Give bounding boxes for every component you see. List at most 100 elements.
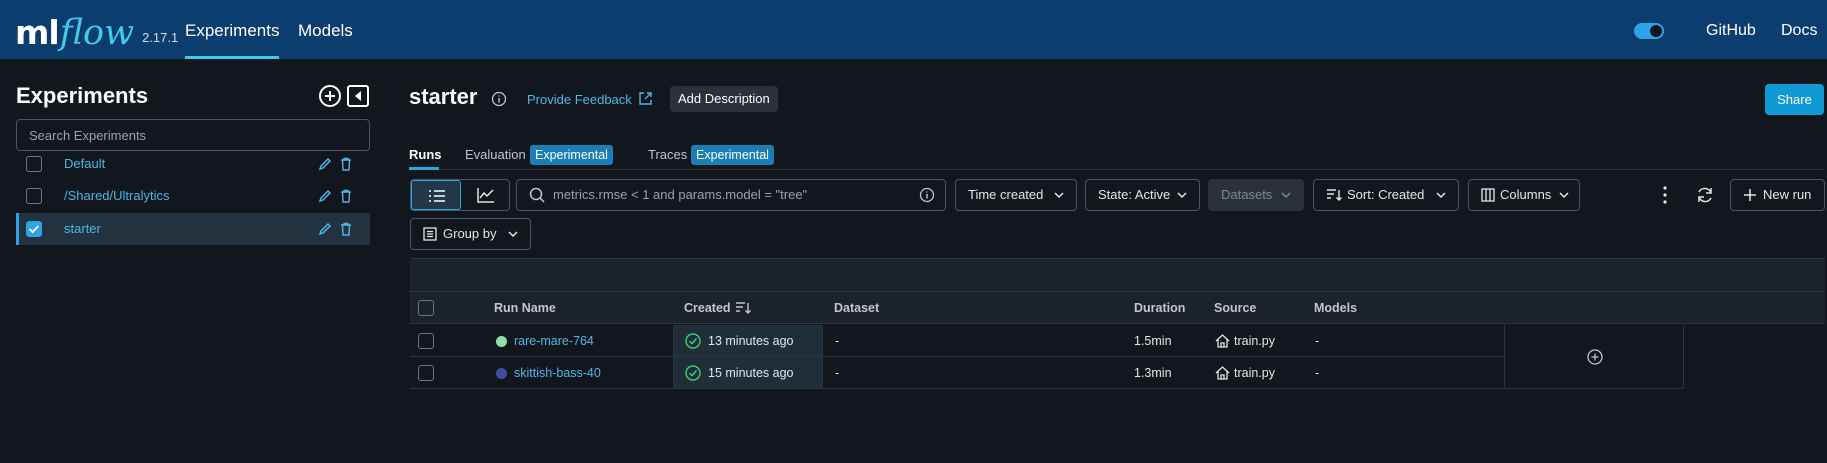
pencil-icon[interactable] xyxy=(318,189,332,203)
run-name-link[interactable]: rare-mare-764 xyxy=(514,325,594,357)
chevron-down-icon xyxy=(1559,192,1569,199)
add-description-button[interactable]: Add Description xyxy=(670,86,778,112)
columns-icon xyxy=(1481,188,1495,202)
add-column-icon[interactable] xyxy=(1587,349,1603,365)
table-view-button[interactable] xyxy=(411,180,461,210)
experiment-checkbox[interactable] xyxy=(26,188,42,204)
active-tab-indicator xyxy=(409,167,439,170)
logo-ml-text: ml xyxy=(15,13,60,52)
search-runs-input[interactable]: metrics.rmse < 1 and params.model = "tre… xyxy=(516,179,946,211)
external-link-icon[interactable] xyxy=(638,91,653,106)
check-circle-icon xyxy=(685,365,701,381)
new-run-label: New run xyxy=(1763,187,1812,202)
datasets-dropdown[interactable]: Datasets xyxy=(1208,179,1304,211)
checkmark-icon xyxy=(29,225,40,234)
row-checkbox[interactable] xyxy=(418,333,434,349)
chevron-down-icon xyxy=(1281,192,1291,199)
top-navbar: ml flow 2.17.1 Experiments Models GitHub… xyxy=(0,0,1827,59)
nav-models[interactable]: Models xyxy=(298,0,353,59)
group-by-dropdown[interactable]: Group by xyxy=(410,218,531,250)
search-runs-placeholder: metrics.rmse < 1 and params.model = "tre… xyxy=(553,187,808,202)
pencil-icon[interactable] xyxy=(318,222,332,236)
column-header-created[interactable]: Created xyxy=(684,292,731,324)
state-dropdown[interactable]: State: Active xyxy=(1085,179,1200,211)
experiment-checkbox-checked[interactable] xyxy=(26,221,42,237)
trash-icon[interactable] xyxy=(339,157,353,171)
theme-toggle[interactable] xyxy=(1634,23,1664,39)
experiment-item-starter[interactable]: starter xyxy=(16,213,370,245)
trash-icon[interactable] xyxy=(339,189,353,203)
duration-value: 1.5min xyxy=(1134,334,1172,348)
select-all-checkbox[interactable] xyxy=(418,300,434,316)
tabs-divider xyxy=(409,169,1825,170)
source-value[interactable]: train.py xyxy=(1234,357,1275,389)
collapse-sidebar-icon[interactable] xyxy=(346,84,370,108)
table-row[interactable]: rare-mare-764 13 minutes ago - 1.5min tr… xyxy=(410,325,1504,357)
experiment-name[interactable]: Default xyxy=(64,148,105,180)
chart-view-button[interactable] xyxy=(461,180,511,210)
experiment-name[interactable]: starter xyxy=(64,213,101,245)
tab-runs[interactable]: Runs xyxy=(409,147,442,162)
run-color-dot[interactable] xyxy=(496,368,507,379)
run-name-link[interactable]: skittish-bass-40 xyxy=(514,357,601,389)
column-header-duration[interactable]: Duration xyxy=(1134,292,1185,324)
experiment-checkbox[interactable] xyxy=(26,156,42,172)
tab-traces[interactable]: Traces xyxy=(648,147,687,162)
search-experiments-input[interactable] xyxy=(16,119,370,151)
row-checkbox[interactable] xyxy=(418,365,434,381)
column-divider xyxy=(822,325,823,357)
table-header: Run Name Created Dataset Duration Source… xyxy=(410,292,1825,324)
sort-dropdown[interactable]: Sort: Created xyxy=(1313,179,1459,211)
refresh-icon[interactable] xyxy=(1696,186,1714,204)
info-icon[interactable] xyxy=(919,187,935,203)
provide-feedback-link[interactable]: Provide Feedback xyxy=(527,92,632,107)
toggle-knob xyxy=(1650,25,1662,37)
sort-descending-icon[interactable] xyxy=(735,301,751,315)
run-color-dot[interactable] xyxy=(496,336,507,347)
pencil-icon[interactable] xyxy=(318,157,332,171)
view-mode-toggle xyxy=(410,179,510,211)
docs-link[interactable]: Docs xyxy=(1781,0,1817,59)
plus-icon xyxy=(1744,189,1756,201)
table-row[interactable]: skittish-bass-40 15 minutes ago - 1.3min… xyxy=(410,357,1504,389)
duration-value: 1.3min xyxy=(1134,366,1172,380)
tab-evaluation[interactable]: Evaluation xyxy=(465,147,526,162)
more-options-icon[interactable] xyxy=(1658,183,1672,207)
created-value[interactable]: 13 minutes ago xyxy=(708,325,793,357)
experimental-badge: Experimental xyxy=(691,145,774,165)
experiment-item-shared-ultralytics[interactable]: /Shared/Ultralytics xyxy=(16,180,370,212)
add-column-area[interactable] xyxy=(1504,325,1684,389)
logo-flow-text: flow xyxy=(59,13,135,53)
group-by-label: Group by xyxy=(443,226,497,241)
experiment-item-default[interactable]: Default xyxy=(16,148,370,180)
column-divider xyxy=(673,325,674,357)
new-run-button[interactable]: New run xyxy=(1730,179,1825,211)
github-link[interactable]: GitHub xyxy=(1706,0,1756,59)
experiment-name[interactable]: /Shared/Ultralytics xyxy=(64,180,169,212)
column-header-dataset[interactable]: Dataset xyxy=(834,292,879,324)
home-source-icon xyxy=(1215,334,1230,348)
column-header-run-name[interactable]: Run Name xyxy=(494,292,556,324)
add-circle-icon[interactable] xyxy=(318,84,342,108)
experimental-badge: Experimental xyxy=(530,145,613,165)
list-icon xyxy=(429,190,445,202)
columns-label: Columns xyxy=(1500,187,1552,202)
mlflow-logo[interactable]: ml flow 2.17.1 xyxy=(15,6,179,53)
nav-experiments[interactable]: Experiments xyxy=(185,0,280,59)
info-icon[interactable] xyxy=(491,91,507,107)
column-header-models[interactable]: Models xyxy=(1314,292,1357,324)
time-created-dropdown[interactable]: Time created xyxy=(955,179,1077,211)
column-divider xyxy=(673,357,674,389)
columns-dropdown[interactable]: Columns xyxy=(1468,179,1580,211)
source-value[interactable]: train.py xyxy=(1234,325,1275,357)
dataset-value: - xyxy=(835,334,840,348)
column-header-source[interactable]: Source xyxy=(1214,292,1256,324)
datasets-label: Datasets xyxy=(1221,187,1273,202)
share-button[interactable]: Share xyxy=(1765,84,1824,115)
created-value[interactable]: 15 minutes ago xyxy=(708,357,793,389)
time-created-label: Time created xyxy=(968,187,1044,202)
moon-icon xyxy=(1676,23,1683,37)
version-label: 2.17.1 xyxy=(142,30,179,45)
trash-icon[interactable] xyxy=(339,222,353,236)
models-value: - xyxy=(1315,334,1320,348)
